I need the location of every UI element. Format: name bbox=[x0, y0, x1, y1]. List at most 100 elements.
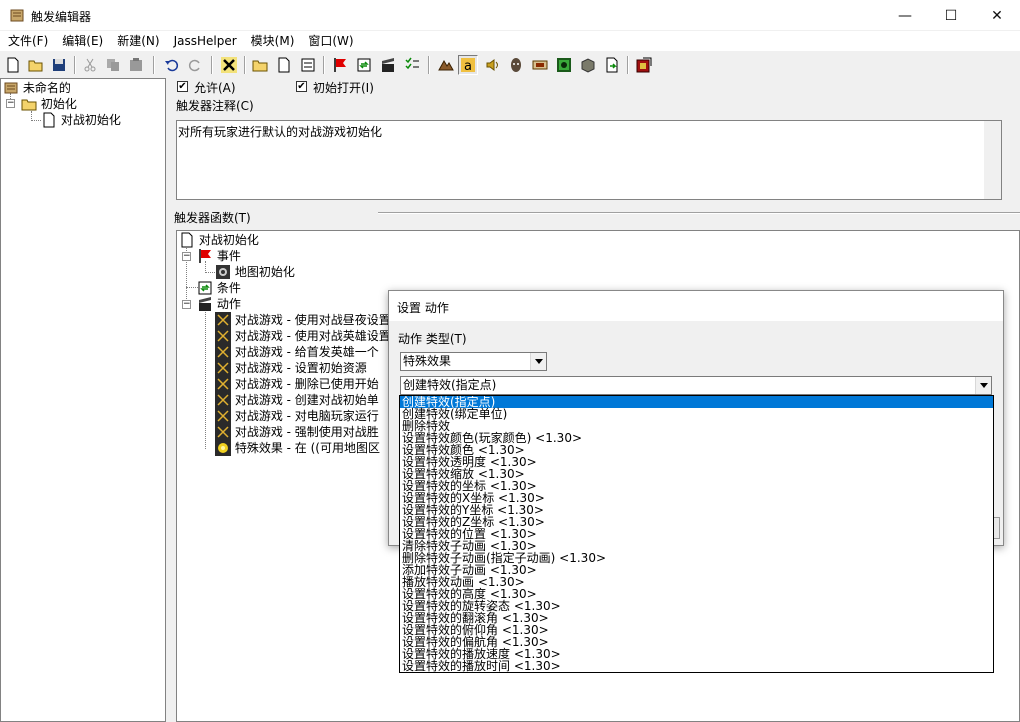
action-item[interactable]: 对战游戏 - 使用对战英雄设置 bbox=[215, 328, 391, 344]
chevron-down-icon[interactable] bbox=[975, 377, 991, 394]
melee-game-icon bbox=[215, 360, 231, 376]
comment-textarea[interactable]: 对所有玩家进行默认的对战游戏初始化 bbox=[176, 120, 1002, 200]
functions-label: 触发器函数(T) bbox=[174, 211, 251, 225]
open-icon[interactable] bbox=[26, 55, 46, 75]
action-item[interactable]: 对战游戏 - 给首发英雄一个 bbox=[215, 344, 379, 360]
option-item[interactable]: 创建特效(绑定单位) bbox=[400, 408, 993, 420]
tree-category-init[interactable]: 初始化 bbox=[21, 96, 77, 112]
campaign-icon[interactable] bbox=[530, 55, 550, 75]
sound-icon[interactable] bbox=[483, 55, 503, 75]
test-map-icon[interactable] bbox=[634, 55, 654, 75]
cut-icon[interactable] bbox=[80, 55, 100, 75]
collapse-toggle[interactable]: − bbox=[6, 99, 15, 108]
object-manager-icon[interactable] bbox=[578, 55, 598, 75]
action-clapper-icon bbox=[199, 297, 211, 311]
dialog-title: 设置 动作 bbox=[389, 291, 1003, 321]
action-type-label: 动作 类型(T) bbox=[398, 332, 467, 346]
melee-game-icon bbox=[215, 392, 231, 408]
action-item[interactable]: 对战游戏 - 创建对战初始单 bbox=[215, 392, 379, 408]
new-condition-icon[interactable] bbox=[354, 55, 374, 75]
new-event-icon[interactable] bbox=[330, 55, 350, 75]
enabled-checkbox[interactable]: ✔ bbox=[177, 81, 188, 92]
delete-icon[interactable] bbox=[219, 55, 239, 75]
object-icon[interactable] bbox=[506, 55, 526, 75]
copy-icon[interactable] bbox=[103, 55, 123, 75]
condition-icon bbox=[198, 281, 212, 295]
action-label: 对战游戏 - 使用对战英雄设置 bbox=[234, 329, 391, 343]
func-root[interactable]: 对战初始化 bbox=[179, 232, 259, 248]
action-item[interactable]: 对战游戏 - 强制使用对战胜 bbox=[215, 424, 379, 440]
menu-window[interactable]: 窗口(W) bbox=[300, 31, 359, 51]
trigger-document-icon bbox=[43, 112, 55, 128]
tree-category-label: 初始化 bbox=[40, 97, 77, 111]
import-icon[interactable] bbox=[602, 55, 622, 75]
map-init-event-icon bbox=[216, 265, 230, 279]
tree-root[interactable]: 未命名的 bbox=[3, 80, 71, 96]
comment-scrollbar[interactable] bbox=[984, 121, 1001, 199]
chevron-down-icon[interactable] bbox=[530, 353, 546, 370]
redo-icon[interactable] bbox=[185, 55, 205, 75]
enabled-label: 允许(A) bbox=[194, 81, 236, 95]
action-category-value: 特殊效果 bbox=[403, 354, 452, 368]
splitter[interactable] bbox=[378, 212, 1020, 214]
new-icon[interactable] bbox=[3, 55, 23, 75]
actions-collapse-toggle[interactable]: − bbox=[182, 300, 191, 309]
save-icon[interactable] bbox=[49, 55, 69, 75]
action-item[interactable]: 对战游戏 - 对电脑玩家运行 bbox=[215, 408, 379, 424]
action-label: 对战游戏 - 设置初始资源 bbox=[234, 361, 367, 375]
window-title: 触发编辑器 bbox=[31, 10, 92, 24]
action-item[interactable]: 对战游戏 - 删除已使用开始 bbox=[215, 376, 379, 392]
func-root-label: 对战初始化 bbox=[198, 233, 259, 247]
action-select[interactable]: 创建特效(指定点) bbox=[400, 376, 992, 395]
trigger-tree-panel: − 未命名的 初始化 对战初始化 bbox=[0, 78, 166, 722]
toolbar: a bbox=[0, 53, 1020, 78]
new-comment-icon[interactable] bbox=[298, 55, 318, 75]
tree-trigger-melee-init[interactable]: 对战初始化 bbox=[41, 112, 121, 128]
events-label: 事件 bbox=[216, 249, 241, 263]
melee-game-icon bbox=[215, 408, 231, 424]
minimize-button[interactable]: — bbox=[882, 0, 928, 31]
tree-trigger-label: 对战初始化 bbox=[60, 113, 121, 127]
paste-icon[interactable] bbox=[126, 55, 146, 75]
actions-node[interactable]: 动作 bbox=[197, 296, 241, 312]
new-action-icon[interactable] bbox=[378, 55, 398, 75]
event-flag-icon bbox=[199, 249, 211, 263]
new-variable-icon[interactable] bbox=[402, 55, 422, 75]
menu-module[interactable]: 模块(M) bbox=[243, 31, 301, 51]
menu-file[interactable]: 文件(F) bbox=[0, 31, 54, 51]
menu-new[interactable]: 新建(N) bbox=[109, 31, 165, 51]
comment-text: 对所有玩家进行默认的对战游戏初始化 bbox=[178, 125, 383, 139]
new-trigger-icon[interactable] bbox=[274, 55, 294, 75]
close-button[interactable]: ✕ bbox=[974, 0, 1020, 31]
action-label: 对战游戏 - 对电脑玩家运行 bbox=[234, 409, 379, 423]
action-dropdown-list[interactable]: 创建特效(指定点) 创建特效(绑定单位) 删除特效 设置特效颜色(玩家颜色) <… bbox=[399, 395, 994, 673]
map-scroll-icon bbox=[4, 82, 18, 94]
triggers-icon[interactable]: a bbox=[458, 55, 478, 75]
terrain-icon[interactable] bbox=[436, 55, 456, 75]
app-scroll-icon bbox=[10, 9, 24, 22]
initially-on-checkbox[interactable]: ✔ bbox=[296, 81, 307, 92]
events-node[interactable]: 事件 bbox=[197, 248, 241, 264]
menu-jasshelper[interactable]: JassHelper bbox=[166, 31, 243, 51]
open-folder-icon bbox=[21, 99, 37, 111]
undo-icon[interactable] bbox=[162, 55, 182, 75]
new-category-icon[interactable] bbox=[250, 55, 270, 75]
event-item[interactable]: 地图初始化 bbox=[215, 264, 295, 280]
action-item[interactable]: 对战游戏 - 使用对战昼夜设置 bbox=[215, 312, 391, 328]
action-item[interactable]: 对战游戏 - 设置初始资源 bbox=[215, 360, 367, 376]
melee-game-icon bbox=[215, 328, 231, 344]
option-item[interactable]: 设置特效的播放时间 <1.30> bbox=[400, 660, 993, 672]
conditions-node[interactable]: 条件 bbox=[197, 280, 241, 296]
melee-game-icon bbox=[215, 344, 231, 360]
events-collapse-toggle[interactable]: − bbox=[182, 252, 191, 261]
ai-icon[interactable] bbox=[554, 55, 574, 75]
action-label: 对战游戏 - 使用对战昼夜设置 bbox=[234, 313, 391, 327]
maximize-button[interactable]: ☐ bbox=[928, 0, 974, 31]
special-effect-icon bbox=[215, 440, 231, 456]
menu-bar: 文件(F) 编辑(E) 新建(N) JassHelper 模块(M) 窗口(W) bbox=[0, 31, 1020, 51]
action-select-value: 创建特效(指定点) bbox=[403, 378, 497, 392]
action-category-select[interactable]: 特殊效果 bbox=[400, 352, 547, 371]
action-label: 对战游戏 - 创建对战初始单 bbox=[234, 393, 379, 407]
menu-edit[interactable]: 编辑(E) bbox=[54, 31, 109, 51]
action-item[interactable]: 特殊效果 - 在 ((可用地图区 bbox=[215, 440, 380, 456]
